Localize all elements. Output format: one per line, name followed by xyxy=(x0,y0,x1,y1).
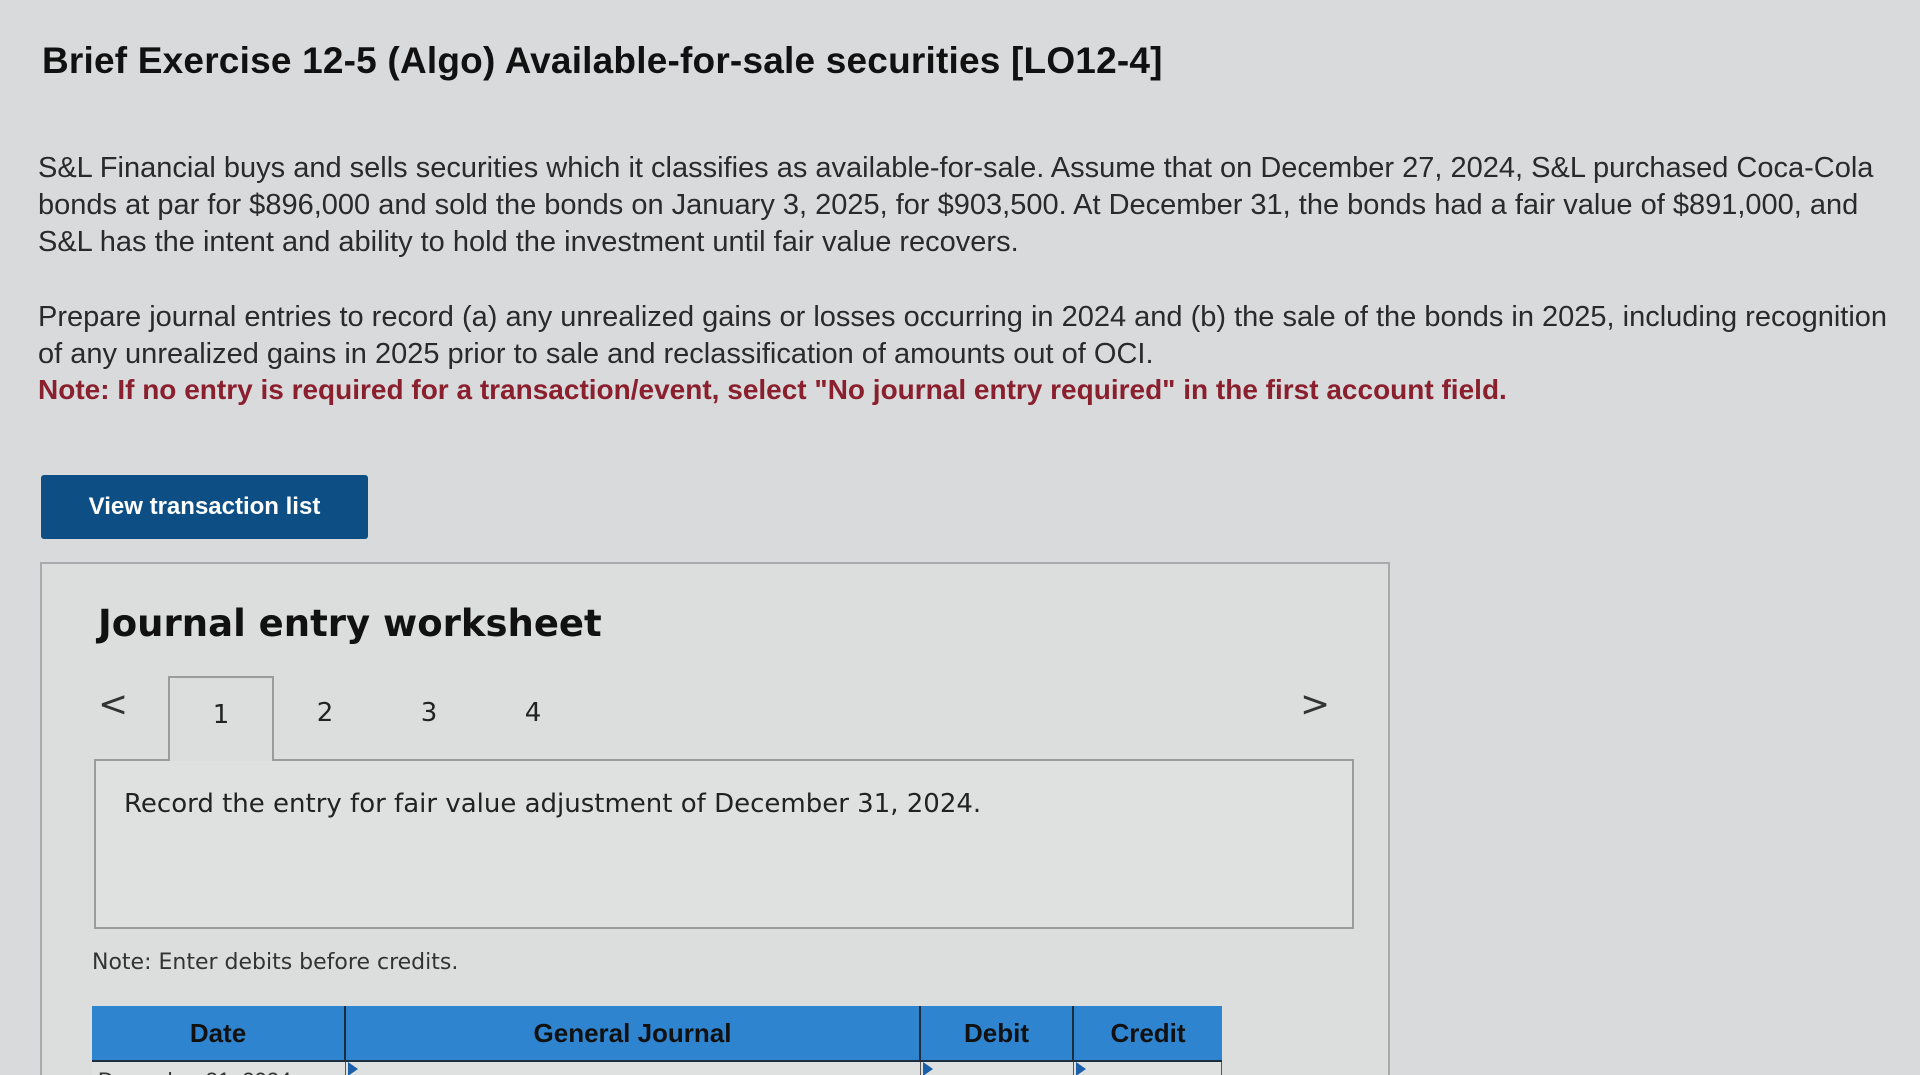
header-credit: Credit xyxy=(1074,1006,1222,1060)
view-transaction-list-button[interactable]: View transaction list xyxy=(41,475,368,539)
tab-2[interactable]: 2 xyxy=(272,676,378,761)
debit-input[interactable] xyxy=(921,1062,1074,1075)
instruction-box: Record the entry for fair value adjustme… xyxy=(94,759,1354,929)
dropdown-caret-icon xyxy=(348,1062,358,1075)
problem-paragraph-2: Prepare journal entries to record (a) an… xyxy=(38,301,1888,370)
worksheet-title: Journal entry worksheet xyxy=(98,602,602,645)
page: Brief Exercise 12-5 (Algo) Available-for… xyxy=(0,0,1920,1075)
tab-4[interactable]: 4 xyxy=(480,676,586,761)
header-debit: Debit xyxy=(921,1006,1074,1060)
table-row: December 31, 2024 xyxy=(92,1060,1222,1075)
dropdown-caret-icon xyxy=(923,1062,933,1075)
date-cell[interactable]: December 31, 2024 xyxy=(92,1062,346,1075)
dropdown-caret-icon xyxy=(1076,1062,1086,1075)
chevron-left-icon[interactable]: < xyxy=(98,687,128,723)
header-date: Date xyxy=(92,1006,346,1060)
header-general-journal: General Journal xyxy=(346,1006,921,1060)
page-title: Brief Exercise 12-5 (Algo) Available-for… xyxy=(42,40,1163,81)
journal-entry-worksheet: Journal entry worksheet < > 1 2 3 4 Reco… xyxy=(40,562,1390,1075)
journal-table: Date General Journal Debit Credit Decemb… xyxy=(92,1006,1222,1075)
instruction-text: Record the entry for fair value adjustme… xyxy=(124,789,982,819)
no-entry-note: Note: If no entry is required for a tran… xyxy=(38,374,1507,405)
account-select[interactable] xyxy=(346,1062,921,1075)
debits-note: Note: Enter debits before credits. xyxy=(92,950,459,975)
credit-input[interactable] xyxy=(1074,1062,1222,1075)
chevron-right-icon[interactable]: > xyxy=(1300,687,1330,723)
problem-paragraph-1: S&L Financial buys and sells securities … xyxy=(38,152,1874,258)
tab-1[interactable]: 1 xyxy=(168,676,274,761)
tab-3[interactable]: 3 xyxy=(376,676,482,761)
journal-table-header: Date General Journal Debit Credit xyxy=(92,1006,1222,1060)
